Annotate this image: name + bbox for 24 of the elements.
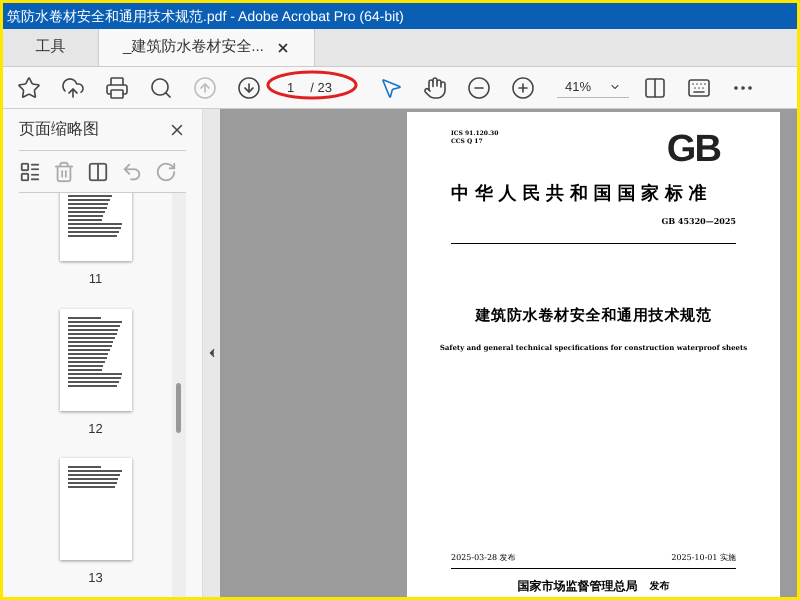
page-thumbnail[interactable] — [60, 458, 132, 560]
page-number: 12 — [88, 420, 103, 438]
page-number-field[interactable]: 1 — [287, 78, 294, 98]
panel-title: 页面缩略图 — [19, 120, 99, 140]
standard-code: GB 45320—2025 — [662, 215, 736, 227]
tab-label: _建筑防水卷材安全... — [123, 37, 264, 58]
tab-label: 工具 — [36, 37, 66, 58]
issuer-name: 国家市场监督管理总局 — [518, 578, 638, 595]
scrollbar[interactable] — [172, 193, 186, 597]
window-title: 筑防水卷材安全和通用技术规范.pdf - Adobe Acrobat Pro (64-bit) — [7, 6, 404, 26]
document-title: 建筑防水卷材安全和通用技术规范 — [475, 305, 712, 326]
issuer-action: 发布 — [650, 580, 670, 594]
page-number: 13 — [88, 569, 103, 587]
zoom-dropdown[interactable]: 41% — [557, 77, 629, 98]
issue-date: 2025-03-28 发布 — [451, 552, 516, 564]
standard-heading: 中华人民共和国国家标准 — [451, 182, 714, 206]
page-number: 11 — [88, 270, 102, 288]
list-options-icon[interactable] — [19, 160, 41, 182]
effective-date: 2025-10-01 实施 — [671, 552, 736, 564]
page-thumbnail[interactable] — [60, 308, 132, 410]
gb-logo: GB — [666, 130, 720, 168]
tab[interactable]: _建筑防水卷材安全... — [98, 29, 315, 66]
page-total: / 23 — [310, 78, 332, 97]
close-icon[interactable] — [276, 40, 290, 54]
